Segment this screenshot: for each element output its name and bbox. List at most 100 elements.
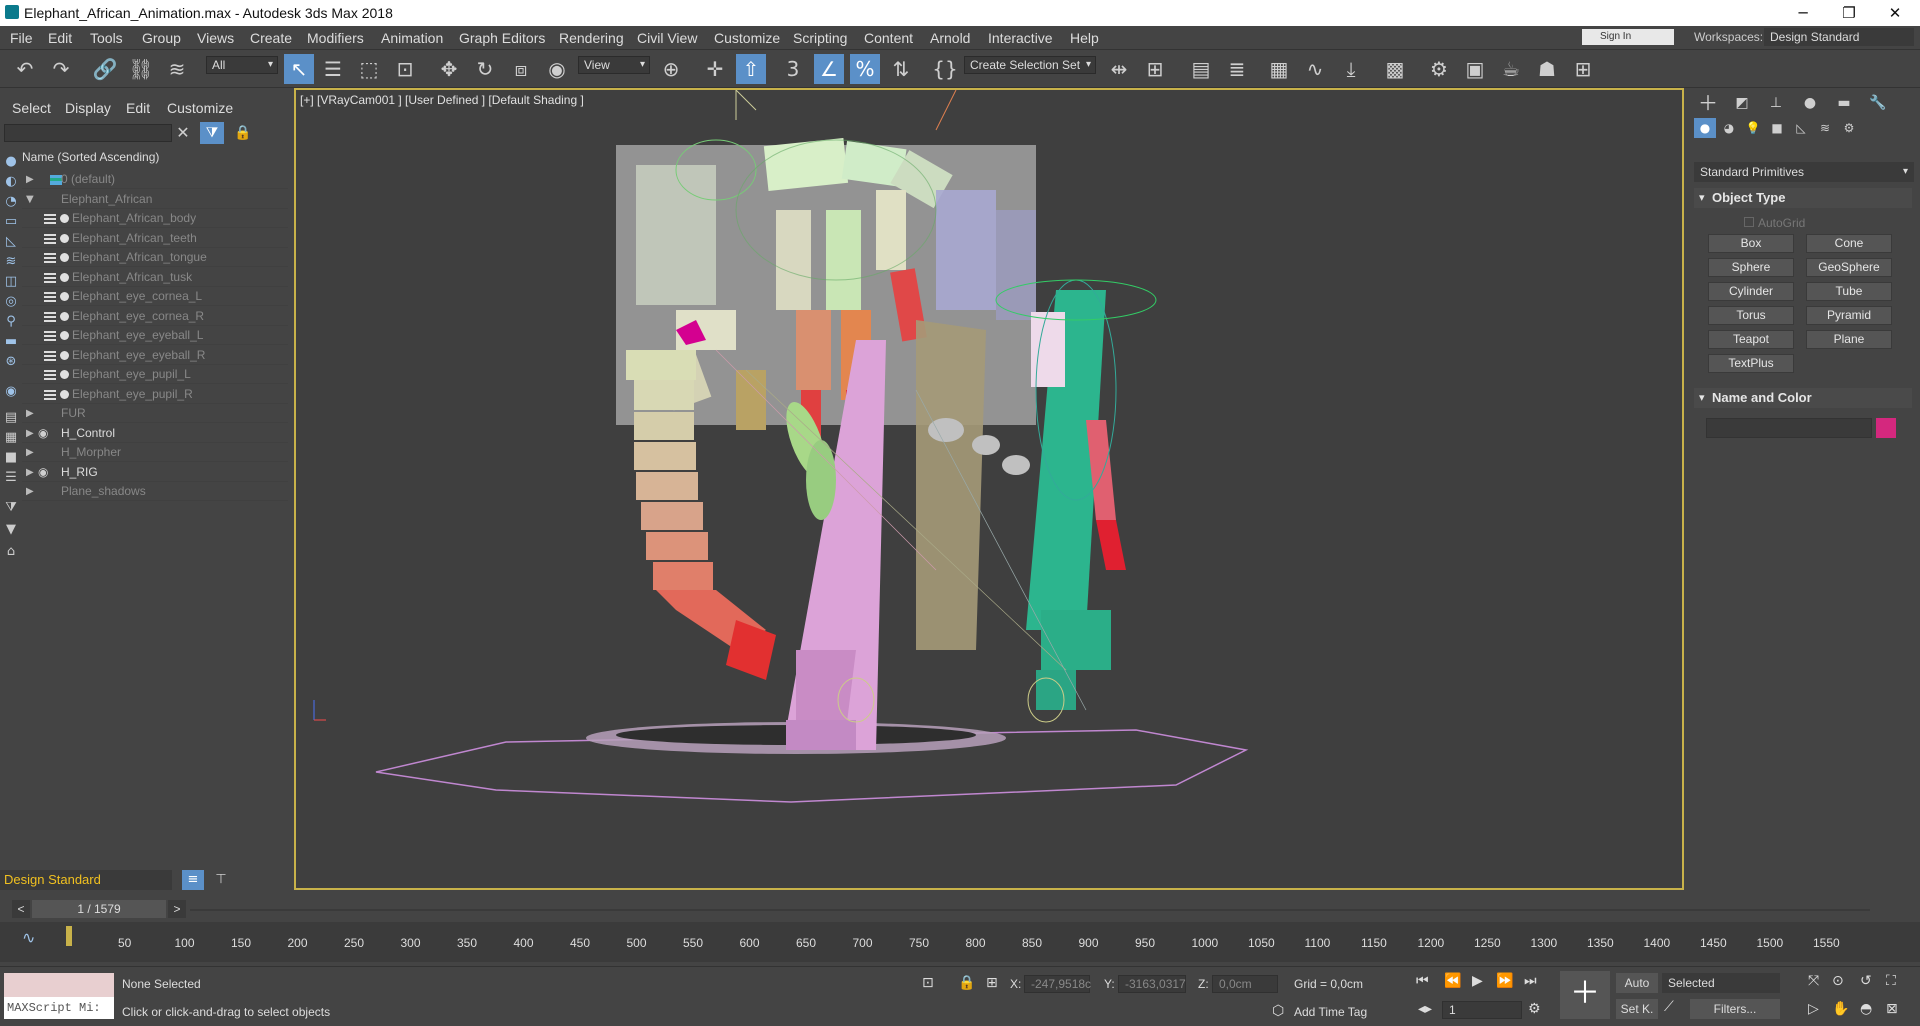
explorer-row[interactable]: Elephant_African_body <box>22 209 288 228</box>
helpers-icon[interactable]: ◺ <box>1790 118 1812 138</box>
visibility-eye-icon[interactable]: ◉ <box>38 424 48 443</box>
unlink-icon[interactable]: ⛓ <box>126 54 156 84</box>
explorer-row[interactable]: Elephant_eye_eyeball_L <box>22 326 288 345</box>
motion-tab-icon[interactable]: ● <box>1796 90 1824 116</box>
explorer-row[interactable]: ▶ ◉ H_RIG <box>22 463 288 482</box>
tangent-icon[interactable]: ⟋ <box>1664 999 1674 1015</box>
collapse-arrow-icon[interactable]: ▼ <box>26 190 34 209</box>
time-slider-track[interactable] <box>190 909 1870 911</box>
menu-content[interactable]: Content <box>864 30 913 46</box>
explorer-row[interactable]: ▶ ◉ H_Control <box>22 424 288 443</box>
textplus-button[interactable]: TextPlus <box>1708 354 1794 373</box>
isolate-selection-icon[interactable]: ⊡ <box>922 975 934 991</box>
schematic-view-icon[interactable]: ⤓ <box>1336 54 1366 84</box>
display-space-warps-icon[interactable]: ≋ <box>3 254 19 270</box>
rollout-name-and-color[interactable]: Name and Color <box>1694 388 1912 408</box>
box-icon[interactable]: ■ <box>3 450 19 466</box>
pyramid-button[interactable]: Pyramid <box>1806 306 1892 325</box>
tab-display[interactable]: Display <box>65 100 111 116</box>
display-xrefs-icon[interactable]: ◎ <box>3 294 19 310</box>
explorer-row[interactable]: ▼ Elephant_African <box>22 190 288 209</box>
menu-interactive[interactable]: Interactive <box>988 30 1053 46</box>
next-key-icon[interactable]: ⏩ <box>1496 973 1513 989</box>
geosphere-button[interactable]: GeoSphere <box>1806 258 1892 277</box>
add-time-tag-button[interactable]: Add Time Tag <box>1294 1005 1367 1019</box>
tab-edit[interactable]: Edit <box>126 100 150 116</box>
render-cloud-icon[interactable]: ⊞ <box>1568 54 1598 84</box>
utilities-tab-icon[interactable]: 🔧 <box>1864 90 1892 116</box>
keyboard-shortcut-icon[interactable]: ⇧ <box>736 54 766 84</box>
selection-lock-icon[interactable]: 🔒 <box>958 975 975 991</box>
hierarchy-tab-icon[interactable]: ⊥ <box>1762 90 1790 116</box>
select-by-name-icon[interactable]: ☰ <box>318 54 348 84</box>
menu-group[interactable]: Group <box>142 30 181 46</box>
x-coordinate-input[interactable]: -247,9518c <box>1024 975 1091 993</box>
plane-button[interactable]: Plane <box>1806 330 1892 349</box>
tag-icon[interactable]: ⌂ <box>3 544 19 560</box>
spinner-snap-icon[interactable]: ⇅ <box>886 54 916 84</box>
previous-key-icon[interactable]: ⏪ <box>1444 973 1461 989</box>
expand-arrow-icon[interactable]: ▶ <box>26 463 34 482</box>
menu-customize[interactable]: Customize <box>714 30 780 46</box>
y-coordinate-input[interactable]: -3163,0317 <box>1118 975 1186 993</box>
lights-icon[interactable]: 💡 <box>1742 118 1764 138</box>
expand-arrow-icon[interactable]: ▶ <box>26 482 34 501</box>
frozen-icon[interactable]: ▦ <box>3 430 19 446</box>
reference-coord-dropdown[interactable]: View <box>578 56 650 74</box>
set-key-button[interactable]: Set K. <box>1616 999 1658 1019</box>
shapes-icon[interactable]: ◕ <box>1718 118 1740 138</box>
explorer-row[interactable]: Elephant_African_tusk <box>22 268 288 287</box>
explorer-row[interactable]: ▶ FUR <box>22 404 288 423</box>
expand-arrow-icon[interactable]: ▶ <box>26 424 34 443</box>
display-none-icon[interactable]: ● <box>3 154 19 170</box>
menu-create[interactable]: Create <box>250 30 292 46</box>
explorer-row[interactable]: Elephant_eye_cornea_L <box>22 287 288 306</box>
close-button[interactable]: ✕ <box>1872 0 1918 26</box>
frame-slider-thumb[interactable]: 1 / 1579 <box>32 900 166 918</box>
move-icon[interactable]: ✥ <box>434 54 464 84</box>
named-selection-dropdown[interactable]: Create Selection Set <box>964 56 1096 74</box>
key-mode-icon[interactable]: ◂▸ <box>1418 1001 1432 1017</box>
explorer-row[interactable]: Elephant_African_teeth <box>22 229 288 248</box>
menu-edit[interactable]: Edit <box>48 30 72 46</box>
select-object-icon[interactable]: ↖ <box>284 54 314 84</box>
field-of-view-icon[interactable]: ⊠ <box>1886 1001 1898 1017</box>
display-lights-icon[interactable]: ◔ <box>3 194 19 210</box>
ribbon-icon[interactable]: ▦ <box>1264 54 1294 84</box>
tab-customize[interactable]: Customize <box>167 100 233 116</box>
display-helpers-icon[interactable]: ◺ <box>3 234 19 250</box>
visibility-eye-icon[interactable]: ◉ <box>38 463 48 482</box>
find-input[interactable] <box>4 124 172 142</box>
explorer-row[interactable]: Elephant_eye_pupil_R <box>22 385 288 404</box>
set-key-big-button[interactable]: ＋ <box>1560 971 1610 1019</box>
display-containers-icon[interactable]: ▬ <box>3 334 19 350</box>
key-filter-dropdown[interactable]: Selected <box>1662 973 1780 993</box>
pivot-center-icon[interactable]: ⊕ <box>656 54 686 84</box>
menu-help[interactable]: Help <box>1070 30 1099 46</box>
layers-icon[interactable]: ≡ <box>182 870 204 890</box>
menu-animation[interactable]: Animation <box>381 30 443 46</box>
display-tab-icon[interactable]: ▬ <box>1830 90 1858 116</box>
dolly-icon[interactable]: ▷ <box>1808 1001 1819 1017</box>
menu-tools[interactable]: Tools <box>90 30 123 46</box>
absolute-mode-icon[interactable]: ⊞ <box>986 975 998 991</box>
funnel-icon[interactable]: ▼ <box>3 522 19 538</box>
cylinder-button[interactable]: Cylinder <box>1708 282 1794 301</box>
go-to-start-icon[interactable]: ⏮ <box>1416 973 1429 989</box>
render-production-icon[interactable]: ☕ <box>1496 54 1526 84</box>
render-setup-icon[interactable]: ⚙ <box>1424 54 1454 84</box>
menu-graph-editors[interactable]: Graph Editors <box>459 30 545 46</box>
bind-space-warp-icon[interactable]: ≋ <box>162 54 192 84</box>
create-tab-icon[interactable]: ＋ <box>1694 90 1722 116</box>
window-crossing-icon[interactable]: ⊡ <box>390 54 420 84</box>
maximize-button[interactable]: ❐ <box>1826 0 1872 26</box>
menu-file[interactable]: File <box>10 30 33 46</box>
toggle-scene-explorer-icon[interactable]: ▤ <box>1186 54 1216 84</box>
clear-search-icon[interactable]: ✕ <box>172 122 194 144</box>
hierarchy-icon[interactable]: ⊤ <box>210 870 232 890</box>
menu-rendering[interactable]: Rendering <box>559 30 624 46</box>
cameras-icon[interactable]: ■ <box>1766 118 1788 138</box>
display-bones-icon[interactable]: ⚲ <box>3 314 19 330</box>
explorer-row[interactable]: Elephant_eye_eyeball_R <box>22 346 288 365</box>
snap-toggle-icon[interactable]: 3 <box>778 54 808 84</box>
